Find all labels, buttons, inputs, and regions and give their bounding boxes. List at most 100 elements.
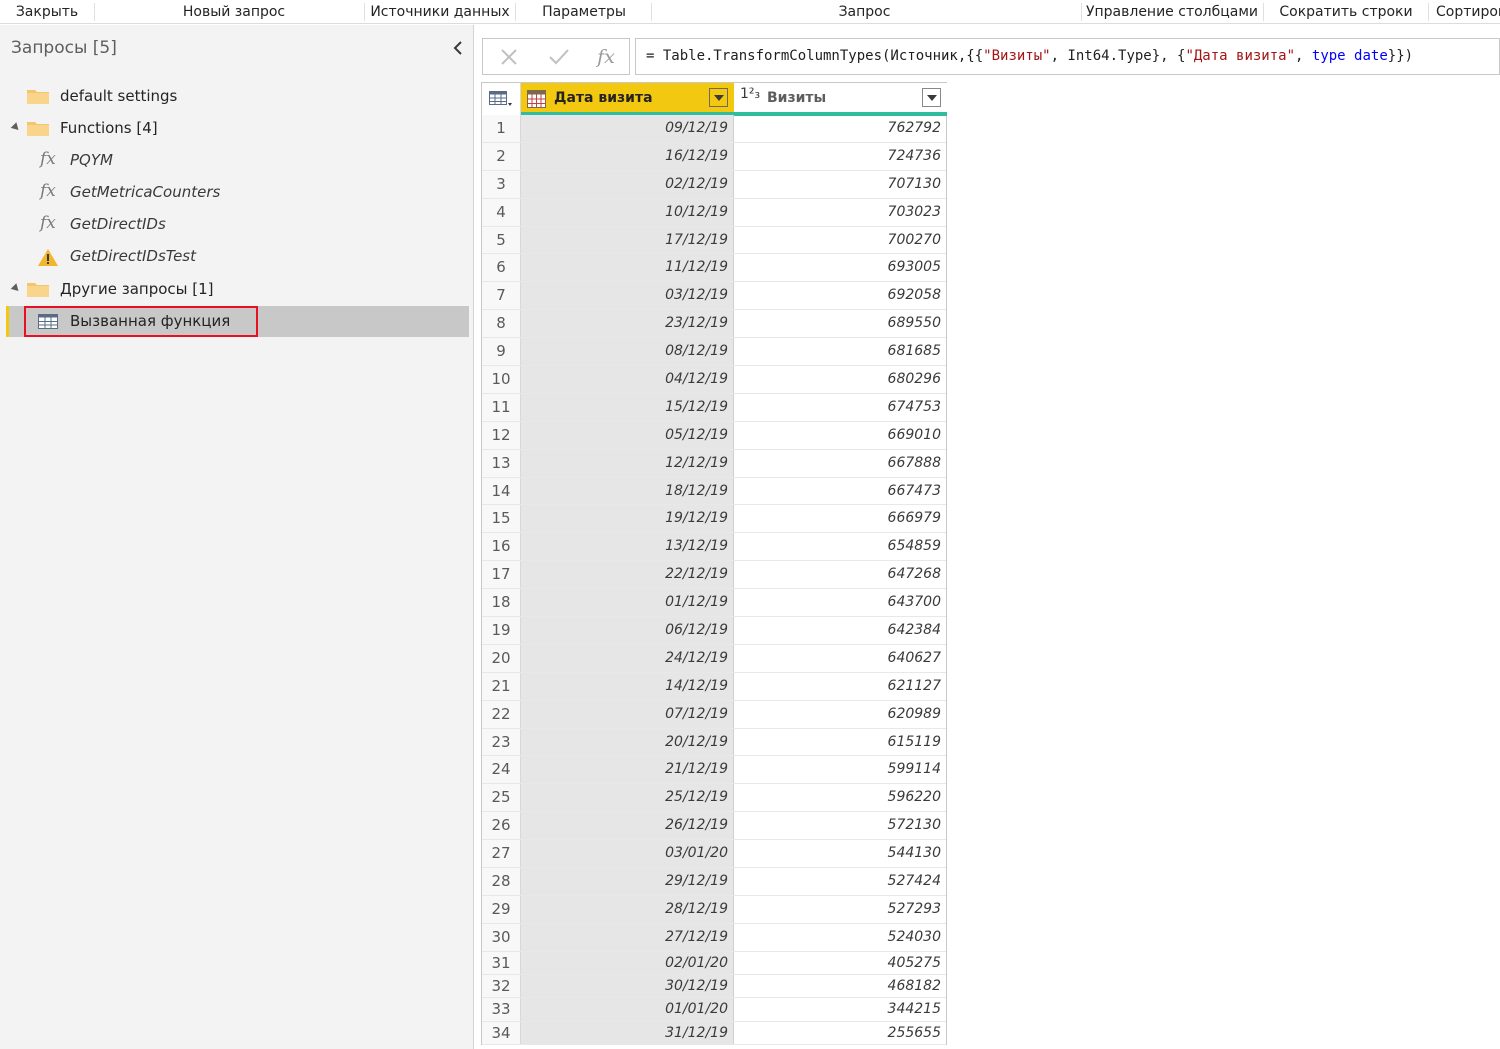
insert-function-button[interactable]: fx — [582, 39, 630, 74]
cell-visit-date[interactable]: 01/01/20 — [521, 998, 734, 1021]
expander-icon[interactable] — [10, 122, 22, 133]
table-row[interactable]: 10 04/12/19 680296 — [482, 366, 946, 394]
cell-visit-date[interactable]: 06/12/19 — [521, 617, 734, 644]
commit-formula-button[interactable] — [535, 39, 583, 74]
cell-visits[interactable]: 666979 — [734, 505, 946, 532]
ribbon-group-close[interactable]: Закрыть — [0, 0, 94, 24]
ribbon-group-parameters[interactable]: Параметры — [516, 0, 652, 24]
ribbon-group-reduce-rows[interactable]: Сократить строки — [1264, 0, 1428, 24]
query-item-invoked-function[interactable]: Вызванная функция — [8, 306, 469, 337]
cell-visit-date[interactable]: 11/12/19 — [521, 254, 734, 282]
cell-visits[interactable]: 640627 — [734, 645, 946, 672]
column-header-visit-date[interactable]: Дата визита — [521, 83, 734, 116]
cancel-formula-button[interactable] — [485, 39, 533, 74]
query-group-functions[interactable]: Functions [4] — [0, 113, 474, 143]
table-row[interactable]: 13 12/12/19 667888 — [482, 449, 946, 478]
cell-visit-date[interactable]: 19/12/19 — [521, 505, 734, 533]
query-folder-default-settings[interactable]: default settings — [0, 81, 474, 111]
cell-visit-date[interactable]: 23/12/19 — [521, 310, 734, 338]
cell-visit-date[interactable]: 25/12/19 — [521, 784, 734, 812]
cell-visits[interactable]: 405275 — [734, 952, 946, 974]
table-row[interactable]: 3 02/12/19 707130 — [482, 170, 946, 199]
table-row[interactable]: 5 17/12/19 700270 — [482, 226, 946, 255]
cell-visit-date[interactable]: 22/12/19 — [521, 561, 734, 589]
cell-visits[interactable]: 654859 — [734, 533, 946, 560]
cell-visits[interactable]: 689550 — [734, 310, 946, 337]
cell-visits[interactable]: 524030 — [734, 924, 946, 951]
column-filter-button[interactable] — [922, 88, 941, 107]
cell-visits[interactable]: 596220 — [734, 784, 946, 811]
ribbon-group-new-query[interactable]: Новый запрос — [104, 0, 364, 24]
cell-visit-date[interactable]: 30/12/19 — [521, 975, 734, 998]
table-row[interactable]: 24 21/12/19 599114 — [482, 756, 946, 785]
cell-visits[interactable]: 669010 — [734, 422, 946, 449]
cell-visit-date[interactable]: 24/12/19 — [521, 644, 734, 672]
table-row[interactable]: 15 19/12/19 666979 — [482, 505, 946, 534]
cell-visit-date[interactable]: 02/12/19 — [521, 170, 734, 198]
table-row[interactable]: 16 13/12/19 654859 — [482, 533, 946, 562]
cell-visits[interactable]: 642384 — [734, 617, 946, 644]
ribbon-group-data-sources[interactable]: Источники данных — [365, 0, 515, 24]
table-row[interactable]: 25 25/12/19 596220 — [482, 784, 946, 813]
table-row[interactable]: 7 03/12/19 692058 — [482, 282, 946, 311]
table-menu-button[interactable] — [482, 83, 521, 115]
ribbon-group-manage-columns[interactable]: Управление столбцами — [1082, 0, 1262, 24]
expander-icon[interactable] — [10, 283, 22, 294]
table-row[interactable]: 34 31/12/19 255655 — [482, 1021, 946, 1045]
table-row[interactable]: 19 06/12/19 642384 — [482, 617, 946, 645]
cell-visits[interactable]: 674753 — [734, 394, 946, 421]
cell-visits[interactable]: 643700 — [734, 589, 946, 616]
table-row[interactable]: 12 05/12/19 669010 — [482, 421, 946, 450]
cell-visit-date[interactable]: 29/12/19 — [521, 868, 734, 895]
cell-visits[interactable]: 527293 — [734, 896, 946, 923]
query-group-other-queries[interactable]: Другие запросы [1] — [0, 274, 474, 304]
cell-visit-date[interactable]: 31/12/19 — [521, 1021, 734, 1044]
cell-visits[interactable]: 544130 — [734, 840, 946, 867]
cell-visit-date[interactable]: 03/01/20 — [521, 840, 734, 868]
cell-visit-date[interactable]: 10/12/19 — [521, 198, 734, 226]
cell-visit-date[interactable]: 18/12/19 — [521, 477, 734, 505]
cell-visits[interactable]: 255655 — [734, 1022, 946, 1044]
table-row[interactable]: 6 11/12/19 693005 — [482, 254, 946, 283]
cell-visit-date[interactable]: 16/12/19 — [521, 142, 734, 170]
table-row[interactable]: 4 10/12/19 703023 — [482, 198, 946, 227]
cell-visit-date[interactable]: 04/12/19 — [521, 366, 734, 393]
table-row[interactable]: 2 16/12/19 724736 — [482, 142, 946, 171]
table-row[interactable]: 28 29/12/19 527424 — [482, 868, 946, 896]
table-row[interactable]: 18 01/12/19 643700 — [482, 589, 946, 618]
table-row[interactable]: 21 14/12/19 621127 — [482, 672, 946, 701]
cell-visits[interactable]: 692058 — [734, 282, 946, 309]
table-row[interactable]: 30 27/12/19 524030 — [482, 923, 946, 952]
table-row[interactable]: 22 07/12/19 620989 — [482, 700, 946, 729]
cell-visit-date[interactable]: 28/12/19 — [521, 895, 734, 923]
table-row[interactable]: 23 20/12/19 615119 — [482, 728, 946, 757]
cell-visit-date[interactable]: 20/12/19 — [521, 728, 734, 756]
cell-visits[interactable]: 621127 — [734, 673, 946, 700]
table-row[interactable]: 1 09/12/19 762792 — [482, 115, 946, 143]
cell-visit-date[interactable]: 02/01/20 — [521, 951, 734, 975]
cell-visits[interactable]: 615119 — [734, 729, 946, 756]
cell-visit-date[interactable]: 15/12/19 — [521, 393, 734, 421]
ribbon-group-query[interactable]: Запрос — [652, 0, 1077, 24]
cell-visits[interactable]: 693005 — [734, 254, 946, 281]
cell-visits[interactable]: 681685 — [734, 338, 946, 365]
table-row[interactable]: 9 08/12/19 681685 — [482, 338, 946, 367]
cell-visits[interactable]: 468182 — [734, 975, 946, 997]
cell-visits[interactable]: 344215 — [734, 998, 946, 1020]
cell-visit-date[interactable]: 12/12/19 — [521, 449, 734, 477]
cell-visits[interactable]: 700270 — [734, 227, 946, 254]
cell-visits[interactable]: 572130 — [734, 812, 946, 839]
cell-visit-date[interactable]: 05/12/19 — [521, 421, 734, 449]
table-row[interactable]: 31 02/01/20 405275 — [482, 951, 946, 976]
cell-visits[interactable]: 647268 — [734, 561, 946, 588]
cell-visit-date[interactable]: 26/12/19 — [521, 812, 734, 840]
cell-visits[interactable]: 527424 — [734, 868, 946, 895]
cell-visit-date[interactable]: 17/12/19 — [521, 226, 734, 254]
table-row[interactable]: 20 24/12/19 640627 — [482, 644, 946, 673]
ribbon-group-sort[interactable]: Сортиров — [1430, 0, 1500, 24]
cell-visit-date[interactable]: 21/12/19 — [521, 756, 734, 784]
query-item-pqym[interactable]: fx PQYM — [0, 145, 474, 175]
cell-visits[interactable]: 762792 — [734, 115, 946, 142]
table-row[interactable]: 27 03/01/20 544130 — [482, 840, 946, 869]
query-item-getdirectids[interactable]: fx GetDirectIDs — [0, 209, 474, 239]
